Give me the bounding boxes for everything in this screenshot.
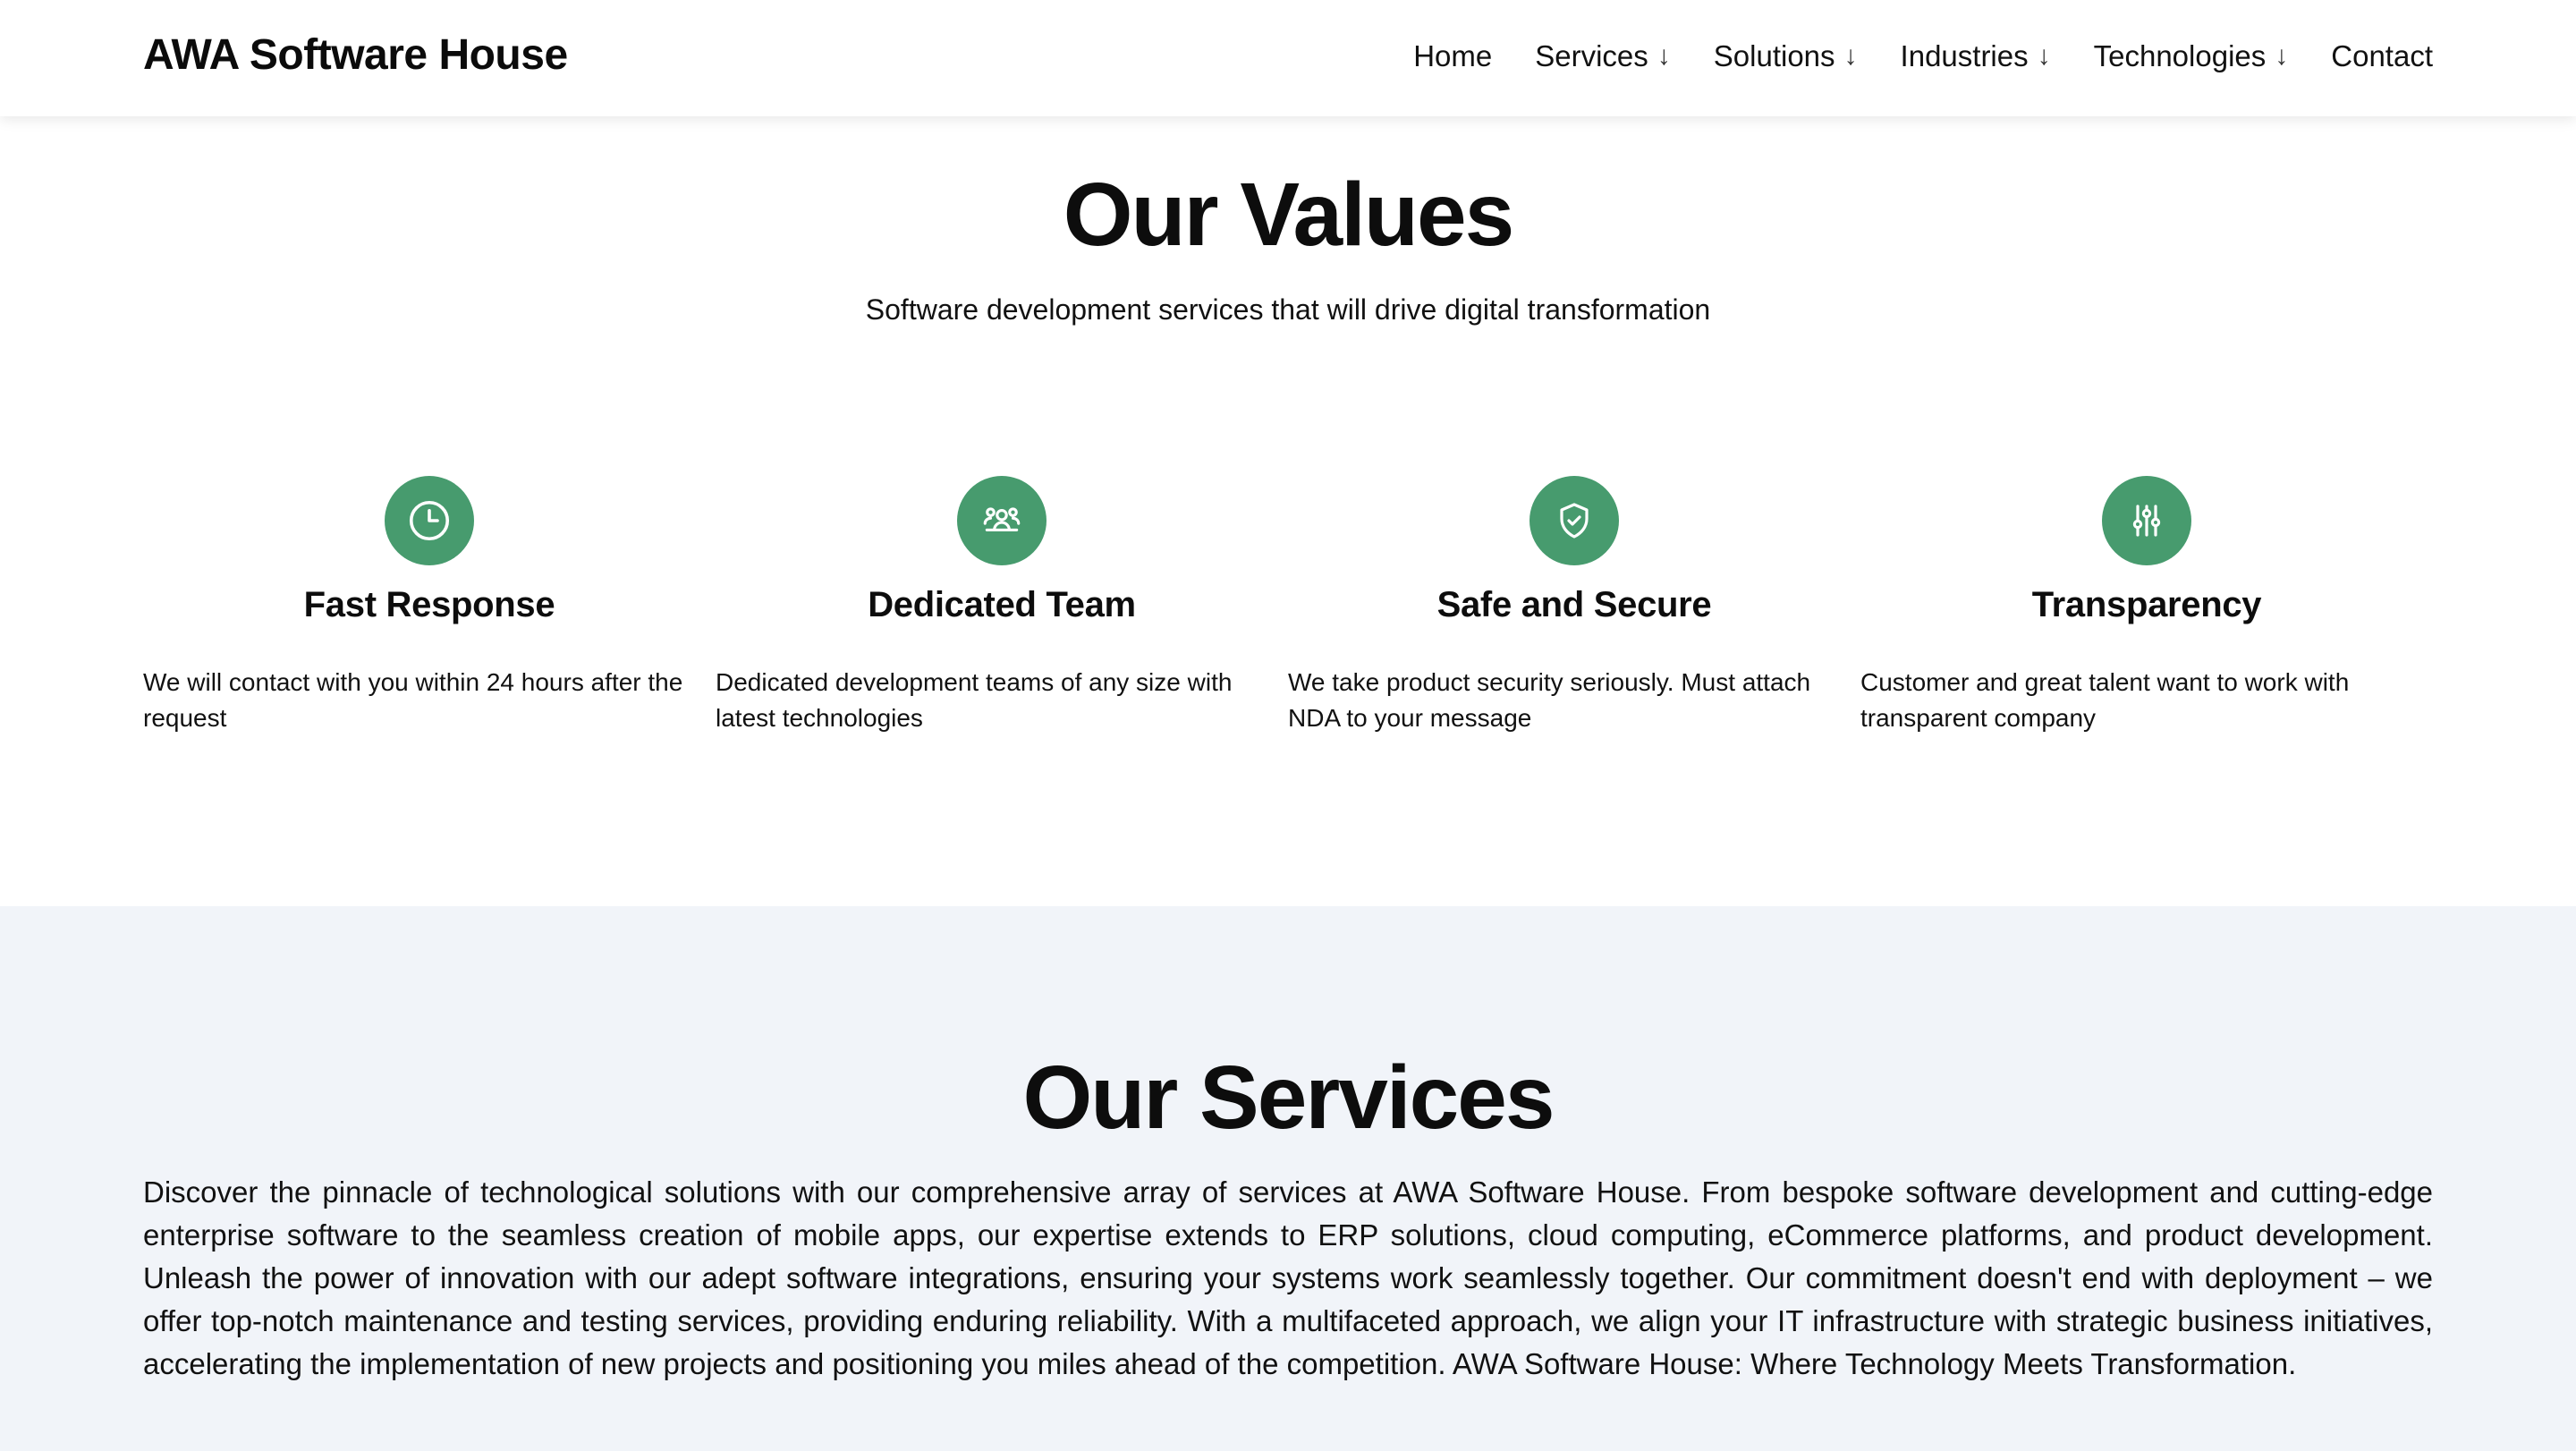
value-card-fast-response: Fast Response We will contact with you w… [143, 476, 716, 736]
value-card-description: We take product security seriously. Must… [1288, 668, 1811, 732]
values-title: Our Values [1063, 165, 1514, 265]
site-logo[interactable]: AWA Software House [143, 30, 568, 80]
value-card-title: Transparency [2031, 585, 2262, 624]
nav-item-services[interactable]: Services ↓ [1535, 39, 1671, 73]
sliders-icon [2102, 476, 2191, 565]
values-subtitle: Software development services that will … [865, 293, 1711, 326]
nav-item-label: Contact [2331, 39, 2433, 72]
nav-item-industries[interactable]: Industries ↓ [1901, 39, 2051, 73]
nav-item-label: Technologies [2093, 39, 2267, 72]
nav-item-label: Industries [1900, 39, 2029, 72]
clock-icon [385, 476, 474, 565]
shield-check-icon [1530, 476, 1619, 565]
nav-item-contact[interactable]: Contact [2331, 39, 2433, 73]
values-cards: Fast Response We will contact with you w… [143, 476, 2433, 736]
nav-item-label: Solutions [1713, 39, 1835, 72]
nav-item-solutions[interactable]: Solutions ↓ [1714, 39, 1858, 73]
site-header: AWA Software House Home Services ↓ Solut… [0, 0, 2576, 116]
team-icon [957, 476, 1046, 565]
nav-item-label: Home [1413, 39, 1493, 72]
value-card-dedicated-team: Dedicated Team Dedicated development tea… [716, 476, 1288, 736]
value-card-description: We will contact with you within 24 hours… [143, 668, 683, 732]
arrow-down-icon: ↓ [1657, 41, 1671, 71]
value-card-title: Dedicated Team [868, 585, 1136, 624]
arrow-down-icon: ↓ [2275, 41, 2289, 71]
values-section: Our Values Software development services… [0, 116, 2576, 906]
services-description: Discover the pinnacle of technological s… [143, 1175, 2433, 1380]
services-section: Our Services Discover the pinnacle of te… [0, 906, 2576, 1451]
value-card-description: Customer and great talent want to work w… [1860, 668, 2350, 732]
nav-item-home[interactable]: Home [1413, 39, 1492, 73]
value-card-title: Safe and Secure [1436, 585, 1712, 624]
services-title: Our Services [1022, 1048, 1555, 1148]
value-card-description: Dedicated development teams of any size … [716, 668, 1233, 732]
value-card-title: Fast Response [303, 585, 555, 624]
arrow-down-icon: ↓ [2037, 41, 2051, 71]
arrow-down-icon: ↓ [1843, 41, 1858, 71]
value-card-safe-secure: Safe and Secure We take product security… [1288, 476, 1860, 736]
nav-item-technologies[interactable]: Technologies ↓ [2094, 39, 2289, 73]
nav-item-label: Services [1535, 39, 1648, 72]
main-nav: Home Services ↓ Solutions ↓ Industries ↓… [1413, 39, 2433, 73]
value-card-transparency: Transparency Customer and great talent w… [1860, 476, 2433, 736]
